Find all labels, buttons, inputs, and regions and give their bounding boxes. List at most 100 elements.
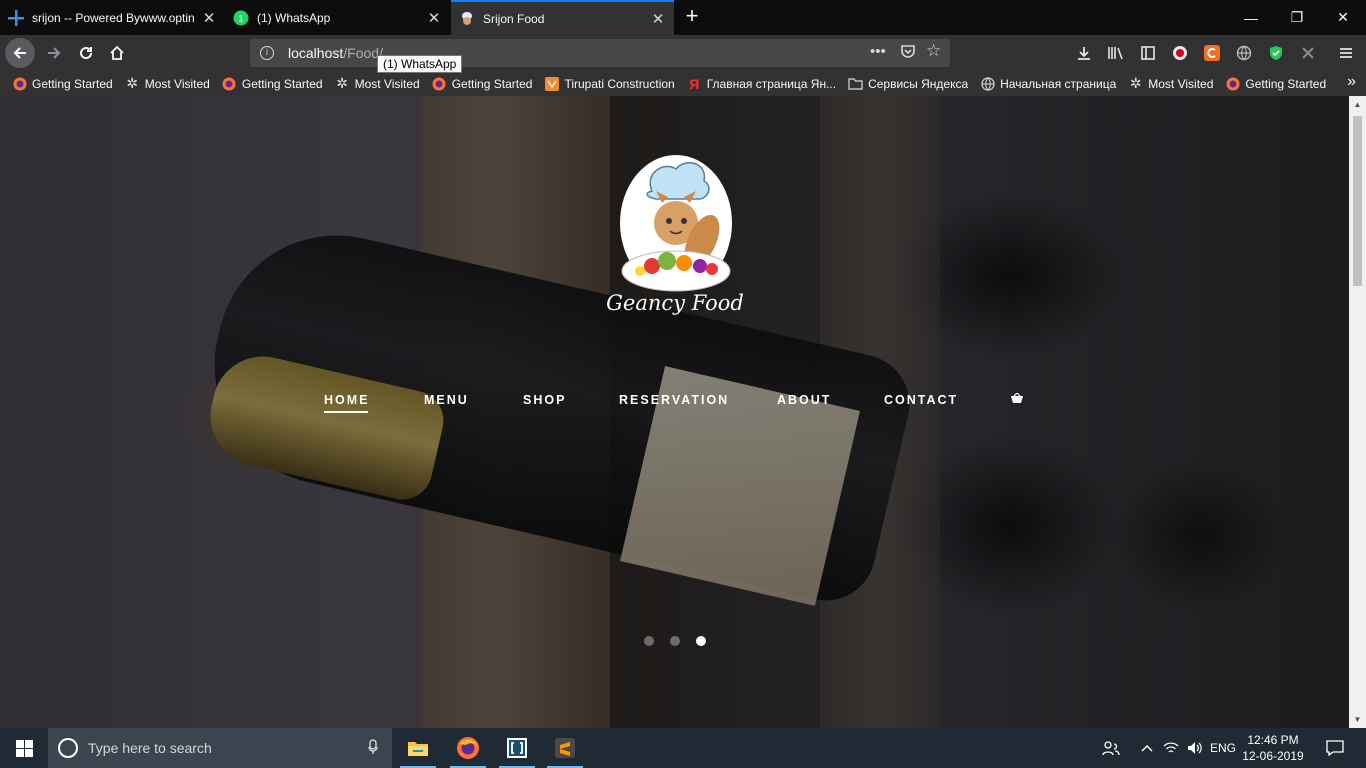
tab-title: (1) WhatsApp — [257, 10, 331, 25]
slider-dot[interactable] — [670, 636, 680, 646]
tab-title: Srijon Food — [483, 11, 545, 26]
reload-icon — [80, 47, 93, 60]
hero-slider: Geancy Food HOME MENU SHOP RESERVATION A… — [0, 96, 1349, 728]
bookmark-label: Most Visited — [354, 76, 420, 91]
bookmark-item[interactable]: ✲ Most Visited — [125, 75, 210, 91]
bookmark-item[interactable]: ✲ Most Visited — [335, 75, 420, 91]
bookmark-item[interactable]: Getting Started — [12, 76, 113, 91]
slider-dot-active[interactable] — [696, 636, 706, 646]
people-icon[interactable] — [1098, 728, 1124, 768]
bookmark-star-icon[interactable]: ☆ — [926, 41, 941, 61]
clock-date: 12-06-2019 — [1242, 749, 1304, 763]
bookmark-item[interactable]: Tirupati Construction — [544, 76, 675, 91]
wifi-icon[interactable] — [1160, 728, 1182, 768]
page-scrollbar[interactable]: ▲ ▼ — [1349, 96, 1366, 728]
chef-favicon-icon — [459, 11, 475, 27]
svg-text:1: 1 — [238, 13, 243, 23]
scroll-down-arrow-icon[interactable]: ▼ — [1349, 715, 1366, 724]
bookmark-item[interactable]: Getting Started — [222, 76, 323, 91]
minimize-button[interactable]: — — [1228, 0, 1274, 35]
nav-reservation-link[interactable]: RESERVATION — [619, 393, 729, 407]
site-logo-text[interactable]: Geancy Food — [600, 291, 750, 315]
sublime-text-icon[interactable] — [541, 728, 589, 768]
blue-cross-icon — [8, 9, 24, 26]
bookmark-label: Most Visited — [1148, 76, 1214, 91]
bookmark-item[interactable]: Я Главная страница Ян... — [687, 75, 837, 92]
globe-icon — [980, 76, 995, 91]
bookmark-label: Сервисы Яндекса — [868, 76, 969, 91]
show-hidden-icons-chevron-icon[interactable] — [1136, 728, 1158, 768]
home-button[interactable] — [103, 39, 131, 67]
sidebar-icon[interactable] — [1138, 43, 1158, 63]
volume-icon[interactable] — [1184, 728, 1206, 768]
globe-extension-icon[interactable] — [1234, 43, 1254, 63]
orange-site-icon — [544, 76, 559, 91]
file-explorer-icon[interactable] — [394, 728, 442, 768]
nav-menu-link[interactable]: MENU — [424, 393, 469, 407]
close-icon[interactable]: ✕ — [426, 9, 442, 27]
download-icon[interactable] — [1074, 43, 1094, 63]
bookmark-item[interactable]: Сервисы Яндекса — [848, 76, 968, 91]
back-arrow-icon — [13, 47, 26, 59]
bookmark-item[interactable]: Getting Started — [1225, 76, 1326, 91]
slider-dot[interactable] — [644, 636, 654, 646]
whatsapp-icon: 1 — [233, 10, 249, 26]
tab-whatsapp[interactable]: 1 (1) WhatsApp ✕ — [225, 0, 450, 35]
url-bar[interactable]: i localhost/Food/ ••• ☆ — [250, 39, 950, 67]
reload-button[interactable] — [72, 39, 100, 67]
nav-shop-link[interactable]: SHOP — [523, 393, 566, 407]
extension-orange-icon[interactable] — [1202, 43, 1222, 63]
pocket-icon[interactable] — [900, 43, 916, 63]
library-icon[interactable] — [1106, 43, 1126, 63]
bookmark-item[interactable]: ✲ Most Visited — [1128, 75, 1214, 91]
firefox-icon — [222, 76, 237, 91]
windows-taskbar: Type here to search ENG 12:46 PM 12-06-2… — [0, 728, 1366, 768]
taskbar-search-box[interactable]: Type here to search — [48, 728, 392, 768]
windows-logo-icon — [15, 739, 33, 757]
restore-button[interactable]: ❐ — [1274, 0, 1320, 35]
close-icon[interactable]: ✕ — [201, 9, 217, 27]
cart-icon[interactable] — [1011, 392, 1023, 407]
extension-puzzle-icon[interactable] — [1298, 43, 1318, 63]
nav-contact-link[interactable]: CONTACT — [884, 393, 958, 407]
scroll-up-arrow-icon[interactable]: ▲ — [1349, 100, 1366, 109]
forward-arrow-icon — [48, 47, 61, 59]
search-placeholder: Type here to search — [88, 740, 212, 756]
bookmark-item[interactable]: Начальная страница — [980, 76, 1116, 91]
system-clock[interactable]: 12:46 PM 12-06-2019 — [1238, 732, 1308, 764]
bookmark-item[interactable]: Getting Started — [432, 76, 532, 91]
nav-about-link[interactable]: ABOUT — [777, 393, 831, 407]
tab-srijon-food[interactable]: Srijon Food ✕ — [451, 0, 674, 35]
new-tab-button[interactable]: + — [680, 5, 704, 29]
microphone-icon[interactable] — [368, 739, 378, 758]
slider-dots — [644, 636, 722, 646]
scrollbar-thumb[interactable] — [1353, 116, 1362, 286]
app-bracket-icon[interactable] — [493, 728, 541, 768]
yandex-icon: Я — [689, 75, 700, 92]
site-info-icon[interactable]: i — [260, 46, 274, 60]
tab-tooltip: (1) WhatsApp — [377, 55, 463, 73]
input-language-indicator[interactable]: ENG — [1208, 728, 1238, 768]
shield-extension-icon[interactable] — [1266, 43, 1286, 63]
bookmarks-toolbar: Getting Started ✲ Most Visited Getting St… — [0, 71, 1366, 96]
forward-button[interactable] — [40, 39, 68, 67]
bookmark-label: Главная страница Ян... — [706, 76, 837, 91]
bookmarks-overflow-button[interactable]: » — [1347, 73, 1356, 91]
firefox-icon[interactable] — [444, 728, 492, 768]
start-button[interactable] — [0, 728, 48, 768]
extension-red-icon[interactable] — [1170, 43, 1190, 63]
bookmark-label: Tirupati Construction — [564, 76, 675, 91]
action-center-icon[interactable] — [1320, 728, 1350, 768]
nav-home-link[interactable]: HOME — [324, 393, 370, 413]
window-close-button[interactable]: ✕ — [1320, 0, 1366, 35]
hamburger-menu-icon[interactable] — [1336, 43, 1356, 63]
gear-icon: ✲ — [1129, 75, 1142, 91]
tab-srijon[interactable]: srijon -- Powered Bywww.optin ✕ — [0, 0, 225, 35]
folder-icon — [848, 76, 863, 91]
page-actions-icon[interactable]: ••• — [870, 43, 886, 60]
bookmark-label: Most Visited — [144, 76, 210, 91]
back-button[interactable] — [5, 38, 35, 68]
gear-icon: ✲ — [126, 75, 139, 91]
close-icon[interactable]: ✕ — [650, 10, 666, 28]
firefox-icon — [1225, 76, 1240, 91]
